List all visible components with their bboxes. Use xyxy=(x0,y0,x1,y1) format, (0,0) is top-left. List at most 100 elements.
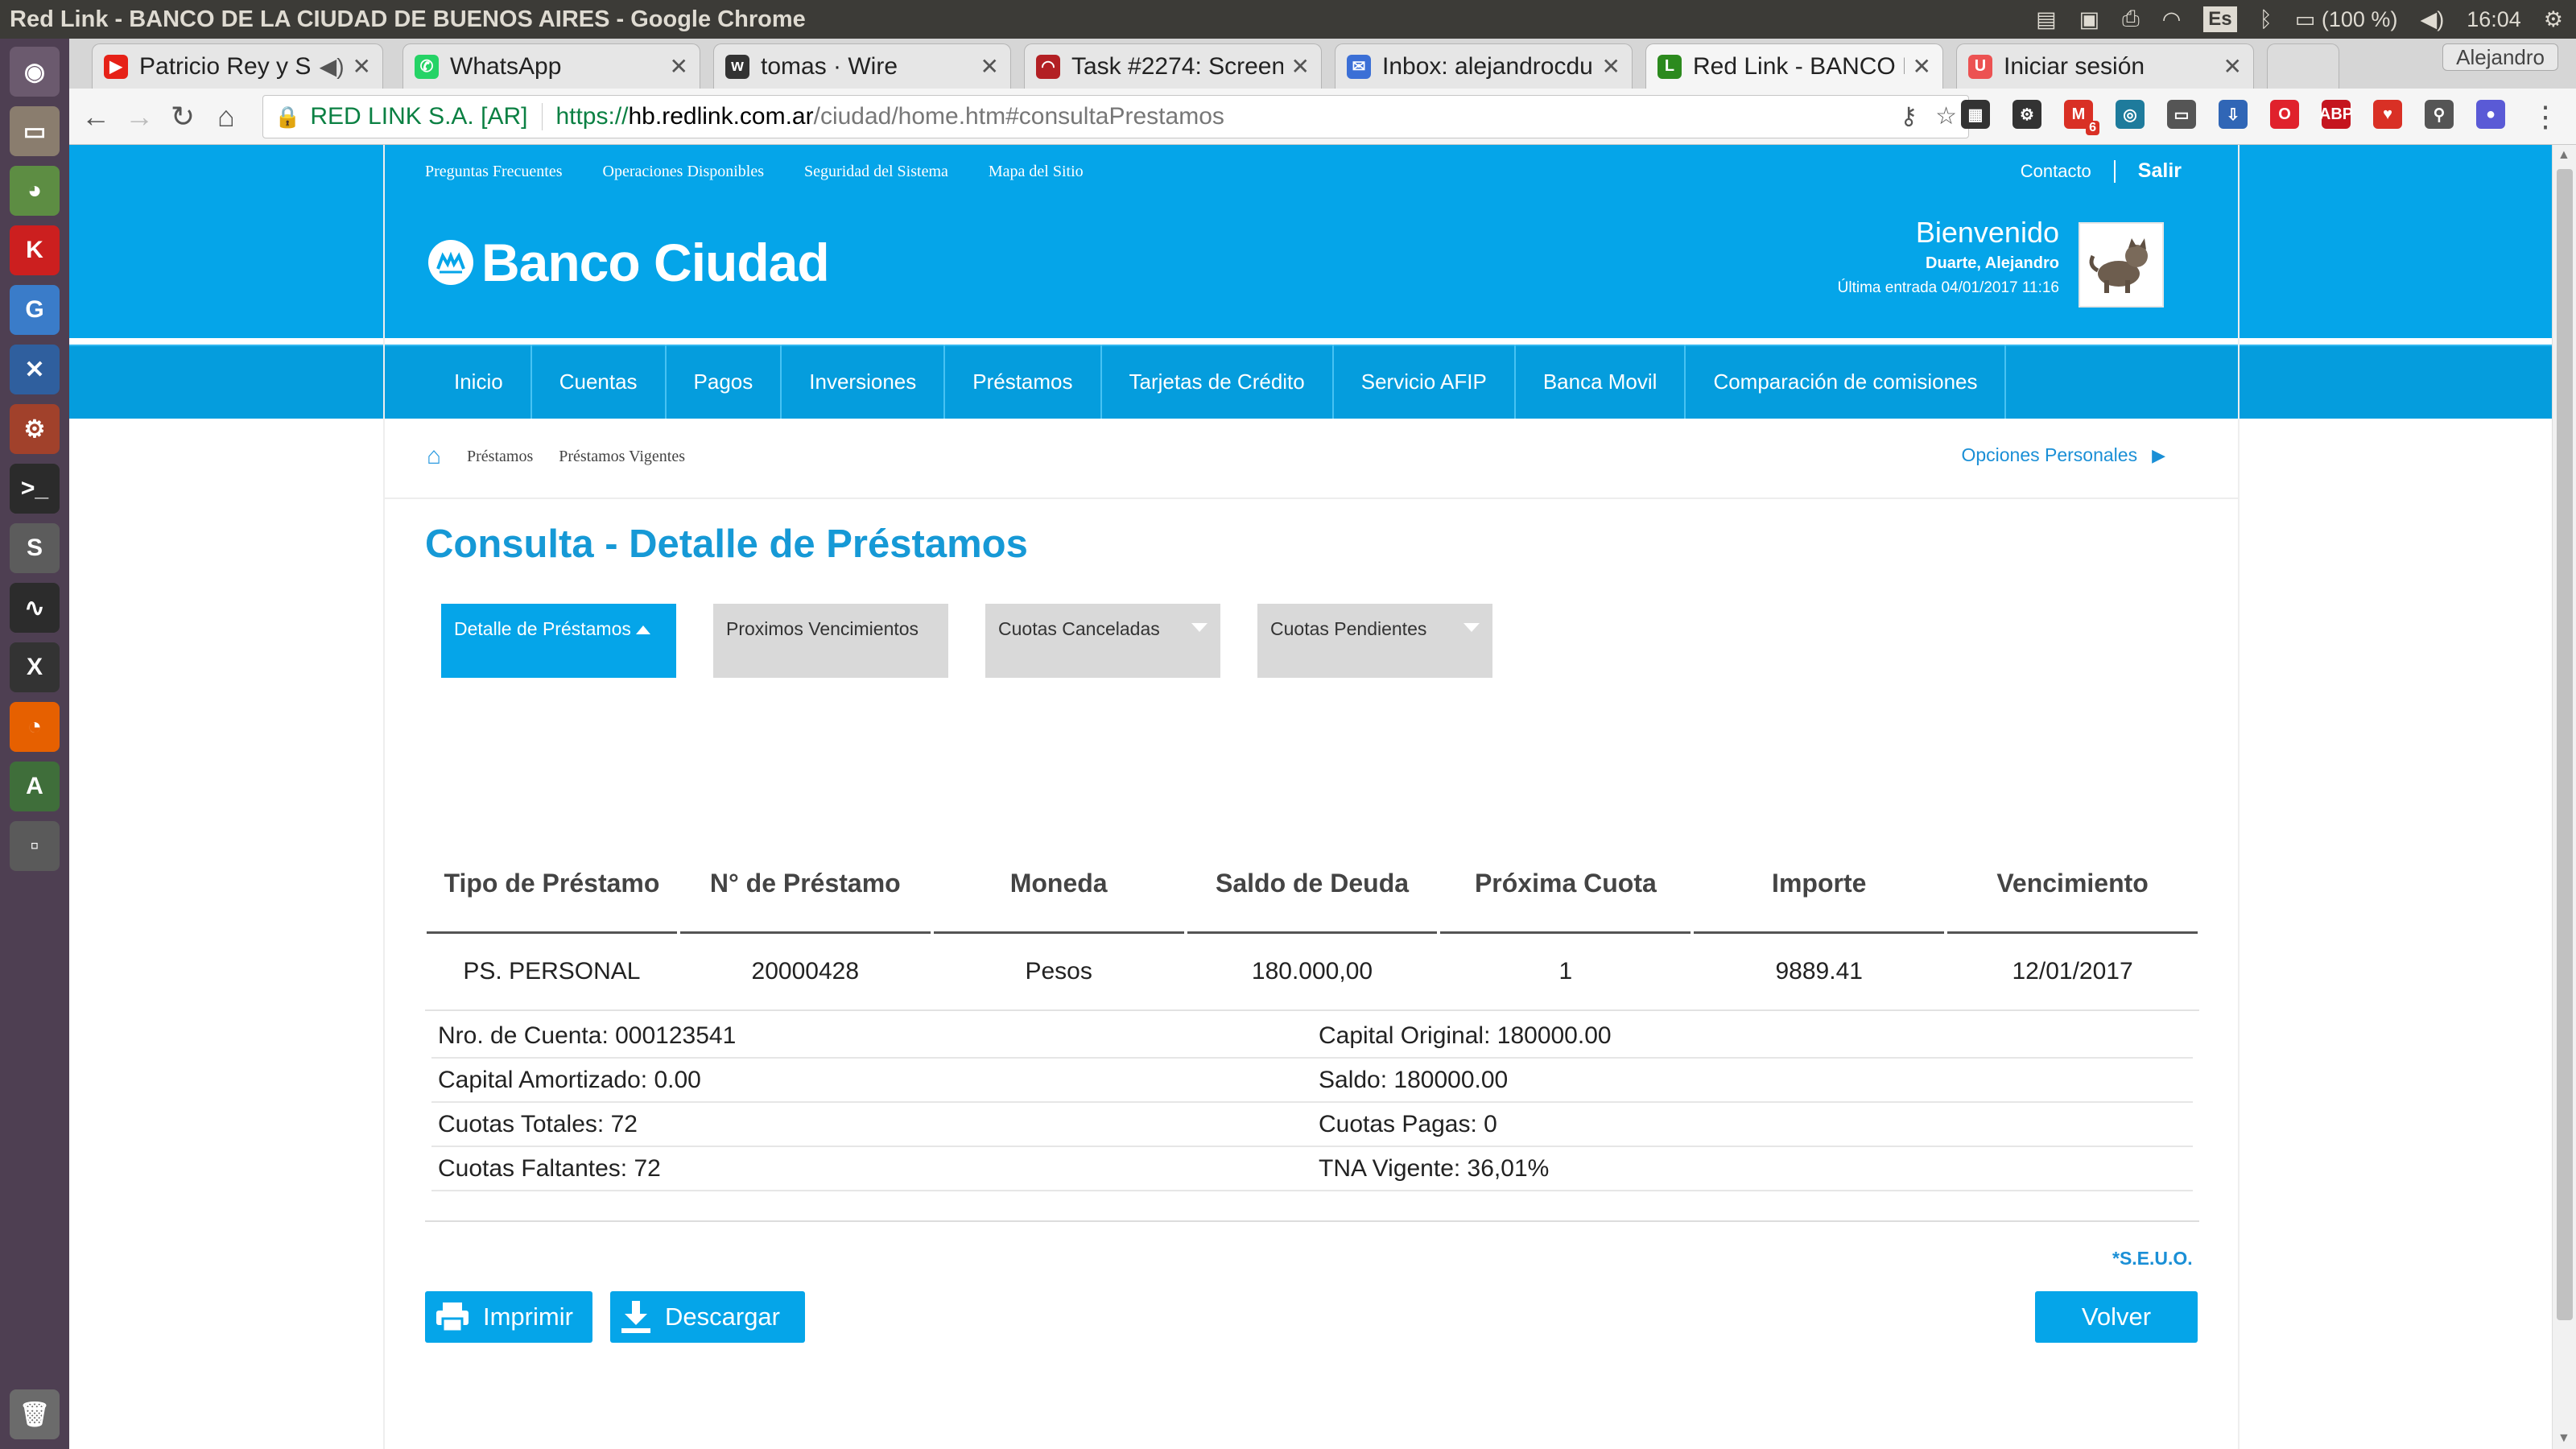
tab-wire[interactable]: w tomas · Wire ✕ xyxy=(713,43,1011,89)
address-bar[interactable]: 🔒 RED LINK S.A. [AR] https://hb.redlink.… xyxy=(262,95,1969,138)
divider xyxy=(425,1220,2199,1222)
breadcrumb-prestamos[interactable]: Préstamos xyxy=(467,448,533,466)
tab-redlink[interactable]: L Red Link - BANCO D ✕ xyxy=(1645,43,1943,89)
power-gear-icon[interactable]: ⚙ xyxy=(2544,7,2563,32)
salir-link[interactable]: Salir xyxy=(2138,159,2182,183)
sublime-icon[interactable]: S xyxy=(10,523,60,573)
x-app-icon[interactable]: ✕ xyxy=(10,345,60,394)
circle-ext-icon[interactable]: ● xyxy=(2476,100,2505,129)
tab-vencimientos[interactable]: Proximos Vencimientos xyxy=(713,604,948,678)
nav-cuentas[interactable]: Cuentas xyxy=(532,345,667,419)
xterm-icon[interactable]: X xyxy=(10,642,60,692)
home-icon[interactable]: ⌂ xyxy=(427,443,441,470)
forward-icon[interactable]: → xyxy=(119,97,159,137)
reload-icon[interactable]: ↻ xyxy=(163,97,203,137)
print-button[interactable]: Imprimir xyxy=(425,1291,592,1343)
close-icon[interactable]: ✕ xyxy=(1913,53,1931,80)
nav-prestamos[interactable]: Préstamos xyxy=(945,345,1102,419)
software-updater-icon[interactable]: A xyxy=(10,762,60,811)
keyboard-layout[interactable]: Es xyxy=(2203,6,2237,32)
user-name: Duarte, Alejandro xyxy=(1926,254,2059,272)
adblock-icon[interactable]: ABP xyxy=(2319,100,2353,129)
nav-inversiones[interactable]: Inversiones xyxy=(782,345,946,419)
nav-afip[interactable]: Servicio AFIP xyxy=(1334,345,1516,419)
bookmark-star-icon[interactable]: ☆ xyxy=(1935,102,1957,130)
opciones-personales[interactable]: Opciones Personales ▶ xyxy=(1961,444,2165,466)
lock-icon: 🔒 xyxy=(275,104,301,129)
screen-icon[interactable]: ▤ xyxy=(2036,7,2057,32)
avatar[interactable] xyxy=(2079,222,2164,308)
link-faq[interactable]: Preguntas Frecuentes xyxy=(425,163,563,181)
nav-pagos[interactable]: Pagos xyxy=(667,345,782,419)
nav-comisiones[interactable]: Comparación de comisiones xyxy=(1686,345,2007,419)
printer-icon[interactable]: ⎙ xyxy=(2122,6,2140,32)
terminal-icon[interactable]: >_ xyxy=(10,464,60,514)
close-icon[interactable]: ✕ xyxy=(980,53,999,80)
scroll-down-icon[interactable]: ▼ xyxy=(2557,1431,2570,1446)
close-icon[interactable]: ✕ xyxy=(670,53,688,80)
wifi-icon[interactable]: ◠ xyxy=(2162,7,2182,32)
utility-links: Contacto Salir xyxy=(2021,159,2182,183)
key-icon[interactable]: ⚷ xyxy=(1900,102,1918,130)
page-scrollbar[interactable]: ▲ ▼ xyxy=(2552,145,2576,1449)
contacto-link[interactable]: Contacto xyxy=(2021,161,2091,182)
opera-icon[interactable]: O xyxy=(2270,100,2299,129)
link-seguridad[interactable]: Seguridad del Sistema xyxy=(804,163,948,181)
dash-icon[interactable]: ◉ xyxy=(10,47,60,97)
battery-indicator[interactable]: ▭ (100 %) xyxy=(2295,7,2398,32)
table-row[interactable]: PS. PERSONAL 20000428 Pesos 180.000,00 1… xyxy=(425,934,2199,1011)
column-header: Importe xyxy=(1694,845,1945,934)
breadcrumb-vigentes[interactable]: Préstamos Vigentes xyxy=(559,448,685,466)
k-app-icon[interactable]: K xyxy=(10,225,60,275)
back-button[interactable]: Volver xyxy=(2035,1291,2198,1343)
cast-icon[interactable]: ▭ xyxy=(2167,100,2196,129)
close-icon[interactable]: ✕ xyxy=(353,53,371,80)
g-app-icon[interactable]: G xyxy=(10,285,60,335)
tab-task[interactable]: ◠ Task #2274: Screen ✕ xyxy=(1024,43,1322,89)
scroll-up-icon[interactable]: ▲ xyxy=(2557,148,2570,163)
download-button[interactable]: Descargar xyxy=(610,1291,805,1343)
tab-pendientes[interactable]: Cuotas Pendientes xyxy=(1257,604,1492,678)
trash-icon[interactable]: 🗑 xyxy=(10,1389,60,1439)
shield-ext-icon[interactable]: ♥ xyxy=(2373,100,2402,129)
clock[interactable]: 16:04 xyxy=(2467,7,2521,32)
scrollbar-thumb[interactable] xyxy=(2557,169,2573,1320)
clipboard-icon[interactable]: ▣ xyxy=(2079,7,2100,32)
home-icon[interactable]: ⌂ xyxy=(206,97,246,137)
workspace-icon[interactable]: ▫ xyxy=(10,821,60,871)
close-icon[interactable]: ✕ xyxy=(1602,53,1620,80)
menu-icon[interactable]: ⋮ xyxy=(2531,100,2560,134)
nav-inicio[interactable]: Inicio xyxy=(427,345,532,419)
tab-udemy[interactable]: U Iniciar sesión ✕ xyxy=(1956,43,2254,89)
gmail-icon[interactable]: M6 xyxy=(2064,100,2099,135)
qr-icon[interactable]: ▦ xyxy=(1961,100,1990,129)
system-monitor-icon[interactable]: ∿ xyxy=(10,583,60,633)
close-icon[interactable]: ✕ xyxy=(1291,53,1310,80)
divider xyxy=(2113,159,2116,183)
close-icon[interactable]: ✕ xyxy=(2223,53,2242,80)
nav-tarjetas[interactable]: Tarjetas de Crédito xyxy=(1102,345,1334,419)
settings-launcher-icon[interactable]: ⚙ xyxy=(10,404,60,454)
bluetooth-icon[interactable]: ᛒ xyxy=(2260,7,2273,32)
download-ext-icon[interactable]: ⇩ xyxy=(2219,100,2248,129)
chrome-launcher-icon[interactable]: ◕ xyxy=(10,166,60,216)
tab-whatsapp[interactable]: ✆ WhatsApp ✕ xyxy=(402,43,700,89)
back-icon[interactable]: ← xyxy=(76,97,116,137)
tab-canceladas[interactable]: Cuotas Canceladas xyxy=(985,604,1220,678)
link-mapa[interactable]: Mapa del Sitio xyxy=(989,163,1084,181)
link-operaciones[interactable]: Operaciones Disponibles xyxy=(603,163,765,181)
speaker-icon[interactable]: ◀) xyxy=(320,53,345,80)
nav-banca-movil[interactable]: Banca Movil xyxy=(1516,345,1686,419)
tab-detalle[interactable]: Detalle de Préstamos xyxy=(441,604,676,678)
firefox-icon[interactable]: ◔ xyxy=(10,702,60,752)
volume-icon[interactable]: ◀) xyxy=(2420,7,2444,32)
search-ext-icon[interactable]: ⚲ xyxy=(2425,100,2454,129)
wave-icon[interactable]: ◎ xyxy=(2116,100,2145,129)
new-tab-button[interactable] xyxy=(2267,43,2339,89)
tab-youtube[interactable]: ▶ Patricio Rey y Su ◀) ✕ xyxy=(92,43,383,89)
tab-inbox[interactable]: ✉ Inbox: alejandrocdu ✕ xyxy=(1335,43,1633,89)
files-icon[interactable]: ▭ xyxy=(10,106,60,156)
bank-logo[interactable]: Banco Ciudad xyxy=(428,232,830,293)
gear-ext-icon[interactable]: ⚙ xyxy=(2013,100,2041,129)
profile-button[interactable]: Alejandro xyxy=(2442,43,2558,71)
